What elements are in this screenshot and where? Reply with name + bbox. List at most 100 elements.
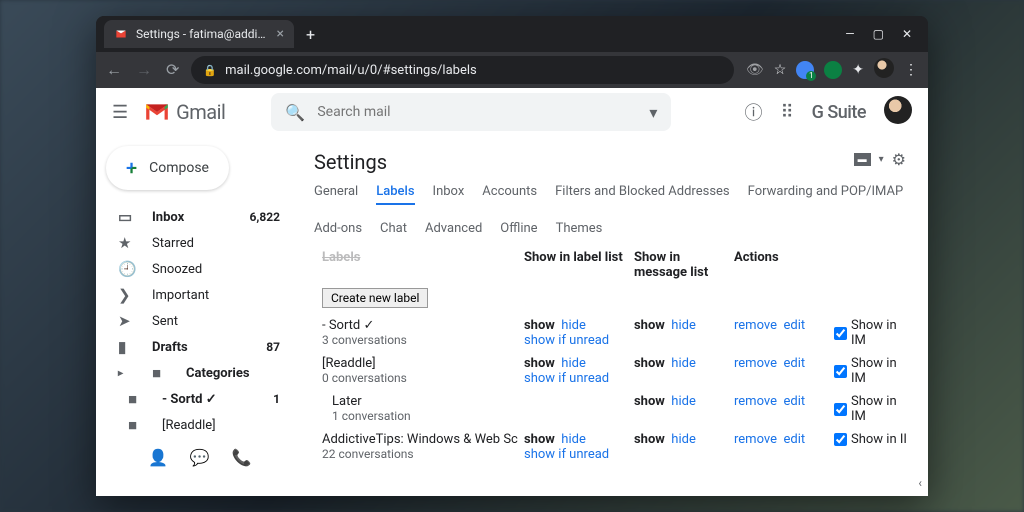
eye-icon[interactable]: 👁: [746, 62, 764, 78]
sidebar-item-starred[interactable]: ★Starred: [96, 230, 296, 256]
chevron-right-icon: ▸: [118, 368, 136, 379]
search-options-icon[interactable]: ▾: [649, 103, 657, 122]
bookmark-star-icon[interactable]: ☆: [774, 62, 787, 78]
hide-link[interactable]: hide: [671, 318, 696, 333]
compose-label: Compose: [149, 160, 209, 176]
show-in-imap-checkbox[interactable]: [834, 365, 847, 378]
maximize-button[interactable]: ▢: [873, 27, 884, 41]
density-toggle[interactable]: ▬: [854, 153, 871, 166]
tab-chat[interactable]: Chat: [380, 221, 407, 240]
menu-hamburger-icon[interactable]: ☰: [112, 102, 128, 123]
show-link[interactable]: show: [524, 432, 555, 447]
extensions-puzzle-icon[interactable]: ✦: [852, 62, 864, 78]
settings-gear-icon[interactable]: ⚙: [892, 150, 906, 169]
back-button[interactable]: ←: [106, 60, 122, 80]
tab-close-icon[interactable]: ×: [277, 26, 284, 42]
sidebar-item-snoozed[interactable]: 🕘Snoozed: [96, 256, 296, 282]
compose-button[interactable]: + Compose: [106, 146, 229, 190]
tab-general[interactable]: General: [314, 184, 358, 205]
tab-addons[interactable]: Add-ons: [314, 221, 362, 240]
search-box[interactable]: 🔍 ▾: [271, 93, 671, 131]
important-icon: ❯: [118, 286, 136, 304]
window-controls: — ▢ ✕: [845, 27, 920, 41]
plus-icon: +: [126, 156, 137, 180]
sidebar-item-sent[interactable]: ➤Sent: [96, 308, 296, 334]
sent-icon: ➤: [118, 312, 136, 330]
tab-filters[interactable]: Filters and Blocked Addresses: [555, 184, 730, 205]
remove-link[interactable]: remove: [734, 432, 777, 447]
browser-menu-icon[interactable]: ⋮: [904, 62, 918, 78]
search-icon: 🔍: [285, 103, 305, 122]
show-unread-link[interactable]: show if unread: [524, 447, 609, 462]
account-avatar[interactable]: [884, 96, 912, 129]
hide-link[interactable]: hide: [561, 356, 586, 371]
search-input[interactable]: [317, 104, 637, 120]
gmail-logo[interactable]: Gmail: [144, 100, 225, 124]
sidebar-item-readdle[interactable]: ■[Readdle]: [96, 412, 296, 438]
show-link[interactable]: show: [524, 356, 555, 371]
gmail-m-icon: [144, 102, 170, 122]
edit-link[interactable]: edit: [783, 318, 805, 333]
show-in-imap-checkbox[interactable]: [834, 433, 847, 446]
label-row: - Sortd ✓3 conversations show hideshow i…: [314, 314, 908, 352]
edit-link[interactable]: edit: [783, 394, 805, 409]
hide-link[interactable]: hide: [561, 318, 586, 333]
new-tab-button[interactable]: +: [306, 25, 315, 44]
address-bar[interactable]: 🔒 mail.google.com/mail/u/0/#settings/lab…: [191, 56, 734, 84]
tab-forwarding[interactable]: Forwarding and POP/IMAP: [748, 184, 904, 205]
label-icon: ■: [128, 390, 146, 408]
phone-icon[interactable]: 📞: [232, 448, 252, 467]
reload-button[interactable]: ⟳: [166, 60, 179, 80]
profile-avatar-icon[interactable]: [874, 58, 894, 82]
show-link[interactable]: show: [634, 394, 665, 409]
hide-link[interactable]: hide: [671, 394, 696, 409]
remove-link[interactable]: remove: [734, 394, 777, 409]
extension-2-icon[interactable]: [824, 61, 842, 79]
sidebar-item-important[interactable]: ❯Important: [96, 282, 296, 308]
tab-themes[interactable]: Themes: [556, 221, 603, 240]
labels-table: Labels Show in label list Show in messag…: [314, 250, 908, 466]
remove-link[interactable]: remove: [734, 356, 777, 371]
hangouts-icon[interactable]: 💬: [190, 448, 210, 467]
tab-labels[interactable]: Labels: [376, 184, 414, 205]
sidebar-item-categories[interactable]: ▸■Categories: [96, 360, 296, 386]
tab-accounts[interactable]: Accounts: [482, 184, 537, 205]
hide-link[interactable]: hide: [671, 356, 696, 371]
show-in-imap-checkbox[interactable]: [834, 327, 847, 340]
side-panel-toggle-icon[interactable]: ‹: [918, 476, 922, 490]
star-icon: ★: [118, 234, 136, 252]
tab-inbox[interactable]: Inbox: [433, 184, 465, 205]
show-unread-link[interactable]: show if unread: [524, 333, 609, 348]
hide-link[interactable]: hide: [561, 432, 586, 447]
extension-1-icon[interactable]: 1: [796, 61, 814, 79]
show-link[interactable]: show: [524, 318, 555, 333]
tab-offline[interactable]: Offline: [500, 221, 537, 240]
browser-tab[interactable]: Settings - fatima@addictivetips.c ×: [104, 20, 294, 48]
contacts-icon[interactable]: 👤: [148, 448, 168, 467]
minimize-button[interactable]: —: [845, 27, 854, 41]
show-in-imap-checkbox[interactable]: [834, 403, 847, 416]
sidebar-item-drafts[interactable]: ▮Drafts87: [96, 334, 296, 360]
sidebar: + Compose ▭Inbox6,822 ★Starred 🕘Snoozed …: [96, 136, 296, 496]
edit-link[interactable]: edit: [783, 432, 805, 447]
support-icon[interactable]: ⓘ: [744, 99, 762, 125]
show-link[interactable]: show: [634, 318, 665, 333]
show-link[interactable]: show: [634, 356, 665, 371]
edit-link[interactable]: edit: [783, 356, 805, 371]
url-text: mail.google.com/mail/u/0/#settings/label…: [225, 63, 477, 78]
lock-icon: 🔒: [203, 64, 217, 77]
col-message-list: Show in message list: [634, 250, 734, 280]
forward-button[interactable]: →: [136, 60, 152, 80]
gmail-wordmark: Gmail: [176, 100, 225, 124]
show-link[interactable]: show: [634, 432, 665, 447]
sidebar-item-inbox[interactable]: ▭Inbox6,822: [96, 204, 296, 230]
density-caret-icon[interactable]: ▾: [879, 154, 884, 165]
remove-link[interactable]: remove: [734, 318, 777, 333]
sidebar-item-sortd[interactable]: ■- Sortd ✓1: [96, 386, 296, 412]
create-label-button[interactable]: Create new label: [322, 288, 428, 308]
hide-link[interactable]: hide: [671, 432, 696, 447]
close-window-button[interactable]: ✕: [902, 27, 912, 41]
tab-advanced[interactable]: Advanced: [425, 221, 482, 240]
show-unread-link[interactable]: show if unread: [524, 371, 609, 386]
apps-grid-icon[interactable]: ⠿: [780, 102, 793, 123]
